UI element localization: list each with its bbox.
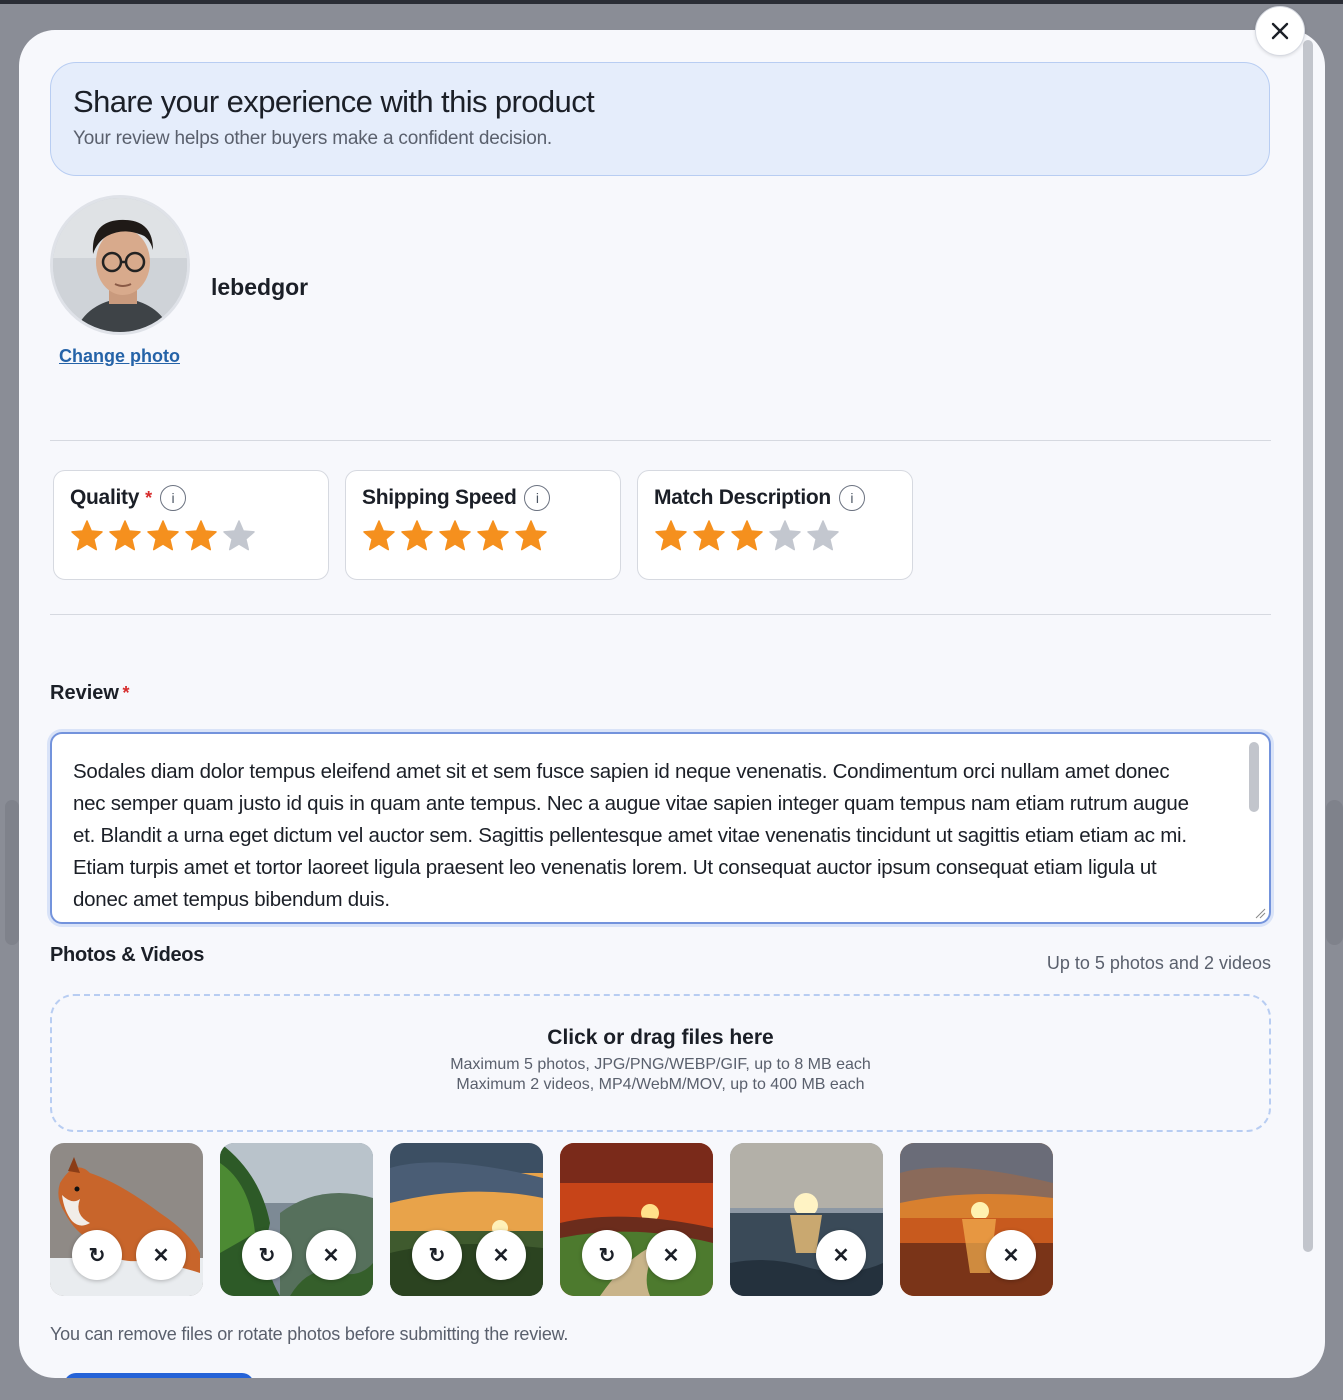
- rating-label: Shipping Speed: [362, 486, 517, 509]
- photos-videos-label: Photos & Videos: [50, 944, 205, 966]
- remove-icon: ✕: [832, 1244, 850, 1267]
- media-thumbnail-fox[interactable]: ↻ ✕: [50, 1143, 203, 1296]
- remove-button[interactable]: ✕: [306, 1230, 356, 1280]
- star-rating: [654, 519, 896, 553]
- media-hint: You can remove files or rotate photos be…: [50, 1324, 569, 1344]
- section-divider: [50, 614, 1271, 615]
- hero-title: Share your experience with this product: [73, 84, 595, 119]
- review-scrollbar[interactable]: [1249, 742, 1259, 812]
- media-thumbnail-orange-sea-sunset[interactable]: ✕: [900, 1143, 1053, 1296]
- hero-banner: Share your experience with this product …: [50, 62, 1270, 176]
- rotate-icon: ↻: [428, 1244, 446, 1267]
- file-dropzone[interactable]: Click or drag files here Maximum 5 photo…: [50, 994, 1271, 1132]
- rotate-button[interactable]: ↻: [582, 1230, 632, 1280]
- star-icon[interactable]: [692, 519, 726, 553]
- star-icon[interactable]: [222, 519, 256, 553]
- change-photo-link[interactable]: Change photo: [59, 346, 180, 367]
- dropzone-photo-limits: Maximum 5 photos, JPG/PNG/WEBP/GIF, up t…: [450, 1056, 871, 1073]
- review-label: Review *: [50, 682, 130, 705]
- rating-card: Quality * i: [53, 470, 329, 580]
- info-icon[interactable]: i: [524, 485, 551, 511]
- background-card: [5, 800, 19, 945]
- remove-icon: ✕: [662, 1244, 680, 1267]
- rating-label: Quality: [70, 486, 140, 509]
- star-icon[interactable]: [362, 519, 396, 553]
- media-thumbnails: ↻ ✕ ↻ ✕ ↻ ✕ ↻ ✕ ✕ ✕: [50, 1143, 1053, 1296]
- info-icon[interactable]: i: [160, 485, 187, 511]
- thumbnail-image: [560, 1143, 713, 1296]
- star-icon[interactable]: [184, 519, 218, 553]
- thumbnail-image: [390, 1143, 543, 1296]
- photos-limit-text: Up to 5 photos and 2 videos: [1046, 953, 1271, 973]
- rotate-icon: ↻: [598, 1244, 616, 1267]
- thumbnail-image: [900, 1143, 1053, 1296]
- remove-button[interactable]: ✕: [986, 1230, 1036, 1280]
- remove-button[interactable]: ✕: [136, 1230, 186, 1280]
- thumbnail-image: [50, 1143, 203, 1296]
- thumbnail-image: [730, 1143, 883, 1296]
- background-top-bar: [0, 0, 1343, 4]
- info-icon[interactable]: i: [838, 485, 865, 511]
- media-thumbnail-sea-sunset[interactable]: ✕: [730, 1143, 883, 1296]
- rating-label: Match Description: [654, 486, 831, 509]
- star-icon[interactable]: [806, 519, 840, 553]
- star-icon[interactable]: [514, 519, 548, 553]
- username: lebedgor: [211, 274, 309, 300]
- remove-button[interactable]: ✕: [646, 1230, 696, 1280]
- media-thumbnail-sunset-hills[interactable]: ↻ ✕: [560, 1143, 713, 1296]
- star-icon[interactable]: [654, 519, 688, 553]
- star-icon[interactable]: [70, 519, 104, 553]
- remove-button[interactable]: ✕: [476, 1230, 526, 1280]
- required-marker: *: [122, 683, 130, 703]
- background-card: [1326, 800, 1343, 945]
- star-icon[interactable]: [730, 519, 764, 553]
- submit-button[interactable]: [64, 1373, 254, 1378]
- review-label-text: Review: [50, 682, 119, 704]
- rotate-icon: ↻: [88, 1244, 106, 1267]
- section-divider: [50, 440, 1271, 441]
- remove-button[interactable]: ✕: [816, 1230, 866, 1280]
- rating-card: Match Description i: [637, 470, 913, 580]
- required-marker: *: [145, 487, 153, 508]
- avatar: [50, 195, 190, 335]
- modal-scrollbar[interactable]: [1303, 40, 1313, 1252]
- thumbnail-image: [220, 1143, 373, 1296]
- rating-header: Quality * i: [70, 485, 312, 511]
- rotate-button[interactable]: ↻: [242, 1230, 292, 1280]
- dropzone-video-limits: Maximum 2 videos, MP4/WebM/MOV, up to 40…: [456, 1076, 865, 1093]
- resize-grip-icon[interactable]: [1254, 907, 1266, 919]
- star-icon[interactable]: [768, 519, 802, 553]
- star-rating: [362, 519, 604, 553]
- rotate-icon: ↻: [258, 1244, 276, 1267]
- rating-header: Match Description i: [654, 485, 896, 511]
- star-icon[interactable]: [108, 519, 142, 553]
- star-icon[interactable]: [400, 519, 434, 553]
- close-icon: [1271, 22, 1289, 40]
- rotate-button[interactable]: ↻: [412, 1230, 462, 1280]
- dropzone-title: Click or drag files here: [547, 1026, 774, 1049]
- star-icon[interactable]: [476, 519, 510, 553]
- review-modal: Share your experience with this product …: [19, 30, 1325, 1378]
- remove-icon: ✕: [152, 1244, 170, 1267]
- remove-icon: ✕: [1002, 1244, 1020, 1267]
- media-thumbnail-forest-valley[interactable]: ↻ ✕: [220, 1143, 373, 1296]
- star-icon[interactable]: [146, 519, 180, 553]
- review-text: Sodales diam dolor tempus eleifend amet …: [73, 760, 1189, 911]
- review-textarea[interactable]: Sodales diam dolor tempus eleifend amet …: [50, 732, 1271, 924]
- remove-icon: ✕: [322, 1244, 340, 1267]
- hero-subtitle: Your review helps other buyers make a co…: [73, 128, 553, 150]
- star-icon[interactable]: [438, 519, 472, 553]
- rotate-button[interactable]: ↻: [72, 1230, 122, 1280]
- rating-header: Shipping Speed i: [362, 485, 604, 511]
- rating-card: Shipping Speed i: [345, 470, 621, 580]
- star-rating: [70, 519, 312, 553]
- remove-icon: ✕: [492, 1244, 510, 1267]
- close-button[interactable]: [1255, 6, 1305, 56]
- media-thumbnail-sunset-meadow[interactable]: ↻ ✕: [390, 1143, 543, 1296]
